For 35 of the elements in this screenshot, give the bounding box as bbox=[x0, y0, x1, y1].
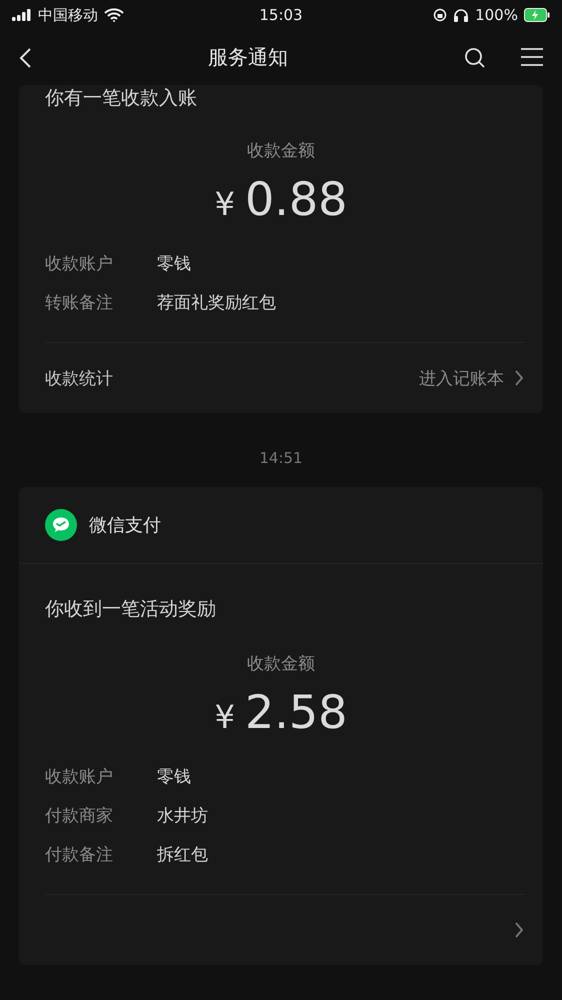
chevron-icon bbox=[514, 921, 524, 939]
chevron-icon bbox=[514, 369, 524, 387]
currency-symbol: ¥ bbox=[214, 698, 235, 736]
amount-label: 收款金额 bbox=[247, 140, 315, 162]
battery-charging-icon bbox=[524, 8, 550, 22]
ledger-link[interactable]: 进入记账本 bbox=[419, 366, 524, 390]
chat-bubble-icon bbox=[45, 509, 77, 541]
field-value: 零钱 bbox=[157, 766, 191, 788]
status-time: 15:03 bbox=[259, 6, 303, 24]
menu-icon[interactable] bbox=[520, 46, 544, 66]
battery-percent: 100% bbox=[475, 6, 518, 24]
app-name: 微信支付 bbox=[89, 514, 161, 537]
field-label: 收款账户 bbox=[45, 253, 114, 275]
headphones-icon bbox=[453, 8, 470, 22]
card-title: 你有一笔收款入账 bbox=[44, 86, 198, 111]
message-time: 14:51 bbox=[258, 449, 304, 467]
footer-label: 收款统计 bbox=[45, 368, 113, 390]
wifi-icon bbox=[104, 8, 124, 22]
signal-icon bbox=[12, 9, 32, 21]
rotation-lock-icon bbox=[433, 8, 448, 22]
field-value: 拆红包 bbox=[157, 844, 208, 866]
field-value: 零钱 bbox=[157, 253, 191, 275]
currency-symbol: ¥ bbox=[214, 185, 235, 223]
card-title: 你收到一笔活动奖励 bbox=[44, 597, 217, 622]
field-value: 水井坊 bbox=[157, 805, 208, 827]
carrier-name: 中国移动 bbox=[38, 6, 98, 24]
field-value: 荐面礼奖励红包 bbox=[157, 292, 276, 314]
field-label: 付款商家 bbox=[45, 805, 114, 827]
field-label: 收款账户 bbox=[45, 766, 114, 788]
page-title: 服务通知 bbox=[208, 44, 288, 71]
field-label: 转账备注 bbox=[45, 292, 114, 314]
amount-value: 2.58 bbox=[244, 685, 348, 739]
amount-value: 0.88 bbox=[244, 172, 348, 226]
field-label: 付款备注 bbox=[45, 844, 114, 866]
amount-label: 收款金额 bbox=[247, 653, 315, 675]
